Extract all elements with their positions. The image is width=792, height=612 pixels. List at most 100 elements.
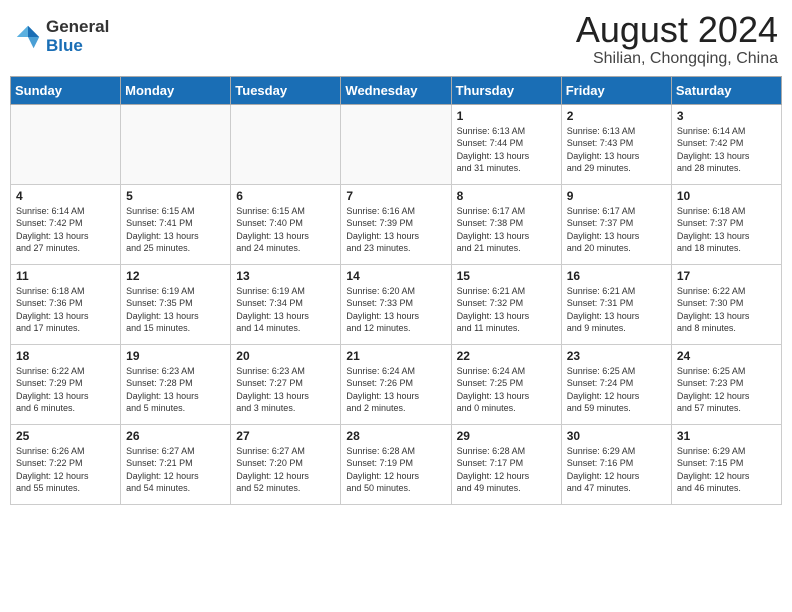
calendar-cell: 7 Sunrise: 6:16 AM Sunset: 7:39 PM Daylig… bbox=[341, 184, 451, 264]
weekday-header-wednesday: Wednesday bbox=[341, 76, 451, 104]
day-info: Sunrise: 6:17 AM Sunset: 7:38 PM Dayligh… bbox=[457, 205, 556, 255]
calendar-cell: 28 Sunrise: 6:28 AM Sunset: 7:19 PM Dayli… bbox=[341, 424, 451, 504]
day-number: 28 bbox=[346, 429, 445, 443]
day-number: 23 bbox=[567, 349, 666, 363]
day-info: Sunrise: 6:19 AM Sunset: 7:35 PM Dayligh… bbox=[126, 285, 225, 335]
calendar-cell bbox=[11, 104, 121, 184]
day-number: 1 bbox=[457, 109, 556, 123]
calendar-cell: 9Sunrise: 6:17 AM Sunset: 7:37 PM Daylig… bbox=[561, 184, 671, 264]
calendar-cell: 19Sunrise: 6:23 AM Sunset: 7:28 PM Dayli… bbox=[121, 344, 231, 424]
day-info: Sunrise: 6:25 AM Sunset: 7:23 PM Dayligh… bbox=[677, 365, 776, 415]
day-info: Sunrise: 6:19 AM Sunset: 7:34 PM Dayligh… bbox=[236, 285, 335, 335]
calendar-cell: 8 Sunrise: 6:17 AM Sunset: 7:38 PM Daylig… bbox=[451, 184, 561, 264]
calendar-cell: 18 Sunrise: 6:22 AM Sunset: 7:29 PM Dayli… bbox=[11, 344, 121, 424]
day-info: Sunrise: 6:27 AM Sunset: 7:20 PM Dayligh… bbox=[236, 445, 335, 495]
weekday-header-thursday: Thursday bbox=[451, 76, 561, 104]
calendar-cell bbox=[231, 104, 341, 184]
weekday-header-tuesday: Tuesday bbox=[231, 76, 341, 104]
calendar-cell: 4Sunrise: 6:14 AM Sunset: 7:42 PM Daylig… bbox=[11, 184, 121, 264]
day-number: 16 bbox=[567, 269, 666, 283]
day-info: Sunrise: 6:21 AM Sunset: 7:31 PM Dayligh… bbox=[567, 285, 666, 335]
calendar-week-1: 1 Sunrise: 6:13 AM Sunset: 7:44 PM Daylig… bbox=[11, 104, 782, 184]
day-info: Sunrise: 6:28 AM Sunset: 7:17 PM Dayligh… bbox=[457, 445, 556, 495]
calendar-cell: 15 Sunrise: 6:21 AM Sunset: 7:32 PM Dayli… bbox=[451, 264, 561, 344]
calendar-cell: 27 Sunrise: 6:27 AM Sunset: 7:20 PM Dayli… bbox=[231, 424, 341, 504]
calendar-cell: 10 Sunrise: 6:18 AM Sunset: 7:37 PM Dayli… bbox=[671, 184, 781, 264]
calendar-week-5: 25 Sunrise: 6:26 AM Sunset: 7:22 PM Dayli… bbox=[11, 424, 782, 504]
day-info: Sunrise: 6:20 AM Sunset: 7:33 PM Dayligh… bbox=[346, 285, 445, 335]
month-year-title: August 2024 bbox=[576, 10, 778, 50]
day-number: 12 bbox=[126, 269, 225, 283]
calendar-cell: 2 Sunrise: 6:13 AM Sunset: 7:43 PM Daylig… bbox=[561, 104, 671, 184]
day-info: Sunrise: 6:24 AM Sunset: 7:25 PM Dayligh… bbox=[457, 365, 556, 415]
calendar-cell: 14Sunrise: 6:20 AM Sunset: 7:33 PM Dayli… bbox=[341, 264, 451, 344]
calendar-cell: 29 Sunrise: 6:28 AM Sunset: 7:17 PM Dayli… bbox=[451, 424, 561, 504]
day-number: 18 bbox=[16, 349, 115, 363]
day-number: 6 bbox=[236, 189, 335, 203]
calendar-week-2: 4Sunrise: 6:14 AM Sunset: 7:42 PM Daylig… bbox=[11, 184, 782, 264]
calendar-week-3: 11Sunrise: 6:18 AM Sunset: 7:36 PM Dayli… bbox=[11, 264, 782, 344]
weekday-header-saturday: Saturday bbox=[671, 76, 781, 104]
day-info: Sunrise: 6:14 AM Sunset: 7:42 PM Dayligh… bbox=[677, 125, 776, 175]
day-info: Sunrise: 6:17 AM Sunset: 7:37 PM Dayligh… bbox=[567, 205, 666, 255]
day-number: 3 bbox=[677, 109, 776, 123]
day-info: Sunrise: 6:21 AM Sunset: 7:32 PM Dayligh… bbox=[457, 285, 556, 335]
day-info: Sunrise: 6:23 AM Sunset: 7:28 PM Dayligh… bbox=[126, 365, 225, 415]
day-number: 25 bbox=[16, 429, 115, 443]
day-number: 21 bbox=[346, 349, 445, 363]
day-info: Sunrise: 6:25 AM Sunset: 7:24 PM Dayligh… bbox=[567, 365, 666, 415]
day-info: Sunrise: 6:13 AM Sunset: 7:43 PM Dayligh… bbox=[567, 125, 666, 175]
day-number: 13 bbox=[236, 269, 335, 283]
calendar-cell: 25 Sunrise: 6:26 AM Sunset: 7:22 PM Dayli… bbox=[11, 424, 121, 504]
logo-blue-text: Blue bbox=[46, 37, 109, 56]
day-number: 30 bbox=[567, 429, 666, 443]
day-number: 5 bbox=[126, 189, 225, 203]
day-info: Sunrise: 6:22 AM Sunset: 7:29 PM Dayligh… bbox=[16, 365, 115, 415]
title-area: August 2024 Shilian, Chongqing, China bbox=[576, 10, 778, 68]
day-info: Sunrise: 6:14 AM Sunset: 7:42 PM Dayligh… bbox=[16, 205, 115, 255]
calendar-cell: 17 Sunrise: 6:22 AM Sunset: 7:30 PM Dayli… bbox=[671, 264, 781, 344]
day-number: 29 bbox=[457, 429, 556, 443]
day-info: Sunrise: 6:16 AM Sunset: 7:39 PM Dayligh… bbox=[346, 205, 445, 255]
calendar-week-4: 18 Sunrise: 6:22 AM Sunset: 7:29 PM Dayli… bbox=[11, 344, 782, 424]
day-info: Sunrise: 6:24 AM Sunset: 7:26 PM Dayligh… bbox=[346, 365, 445, 415]
day-info: Sunrise: 6:28 AM Sunset: 7:19 PM Dayligh… bbox=[346, 445, 445, 495]
calendar-cell bbox=[341, 104, 451, 184]
calendar-cell: 26Sunrise: 6:27 AM Sunset: 7:21 PM Dayli… bbox=[121, 424, 231, 504]
day-info: Sunrise: 6:15 AM Sunset: 7:41 PM Dayligh… bbox=[126, 205, 225, 255]
calendar-header-row: SundayMondayTuesdayWednesdayThursdayFrid… bbox=[11, 76, 782, 104]
day-number: 17 bbox=[677, 269, 776, 283]
logo-general-text: General bbox=[46, 18, 109, 37]
day-number: 8 bbox=[457, 189, 556, 203]
logo-icon bbox=[14, 23, 42, 51]
day-info: Sunrise: 6:13 AM Sunset: 7:44 PM Dayligh… bbox=[457, 125, 556, 175]
calendar-cell: 31Sunrise: 6:29 AM Sunset: 7:15 PM Dayli… bbox=[671, 424, 781, 504]
day-info: Sunrise: 6:18 AM Sunset: 7:36 PM Dayligh… bbox=[16, 285, 115, 335]
day-number: 26 bbox=[126, 429, 225, 443]
calendar-cell: 6 Sunrise: 6:15 AM Sunset: 7:40 PM Daylig… bbox=[231, 184, 341, 264]
day-info: Sunrise: 6:15 AM Sunset: 7:40 PM Dayligh… bbox=[236, 205, 335, 255]
day-number: 31 bbox=[677, 429, 776, 443]
logo: General Blue bbox=[14, 18, 109, 55]
day-number: 27 bbox=[236, 429, 335, 443]
day-info: Sunrise: 6:26 AM Sunset: 7:22 PM Dayligh… bbox=[16, 445, 115, 495]
calendar-table: SundayMondayTuesdayWednesdayThursdayFrid… bbox=[10, 76, 782, 505]
day-number: 7 bbox=[346, 189, 445, 203]
calendar-cell: 12 Sunrise: 6:19 AM Sunset: 7:35 PM Dayli… bbox=[121, 264, 231, 344]
calendar-cell: 21 Sunrise: 6:24 AM Sunset: 7:26 PM Dayli… bbox=[341, 344, 451, 424]
day-number: 15 bbox=[457, 269, 556, 283]
day-number: 22 bbox=[457, 349, 556, 363]
day-info: Sunrise: 6:22 AM Sunset: 7:30 PM Dayligh… bbox=[677, 285, 776, 335]
day-number: 24 bbox=[677, 349, 776, 363]
weekday-header-monday: Monday bbox=[121, 76, 231, 104]
day-info: Sunrise: 6:18 AM Sunset: 7:37 PM Dayligh… bbox=[677, 205, 776, 255]
calendar-cell: 13 Sunrise: 6:19 AM Sunset: 7:34 PM Dayli… bbox=[231, 264, 341, 344]
day-number: 2 bbox=[567, 109, 666, 123]
calendar-cell: 1 Sunrise: 6:13 AM Sunset: 7:44 PM Daylig… bbox=[451, 104, 561, 184]
calendar-cell: 5 Sunrise: 6:15 AM Sunset: 7:41 PM Daylig… bbox=[121, 184, 231, 264]
calendar-cell: 16 Sunrise: 6:21 AM Sunset: 7:31 PM Dayli… bbox=[561, 264, 671, 344]
calendar-cell: 20Sunrise: 6:23 AM Sunset: 7:27 PM Dayli… bbox=[231, 344, 341, 424]
day-number: 10 bbox=[677, 189, 776, 203]
location-subtitle: Shilian, Chongqing, China bbox=[576, 50, 778, 68]
day-number: 20 bbox=[236, 349, 335, 363]
